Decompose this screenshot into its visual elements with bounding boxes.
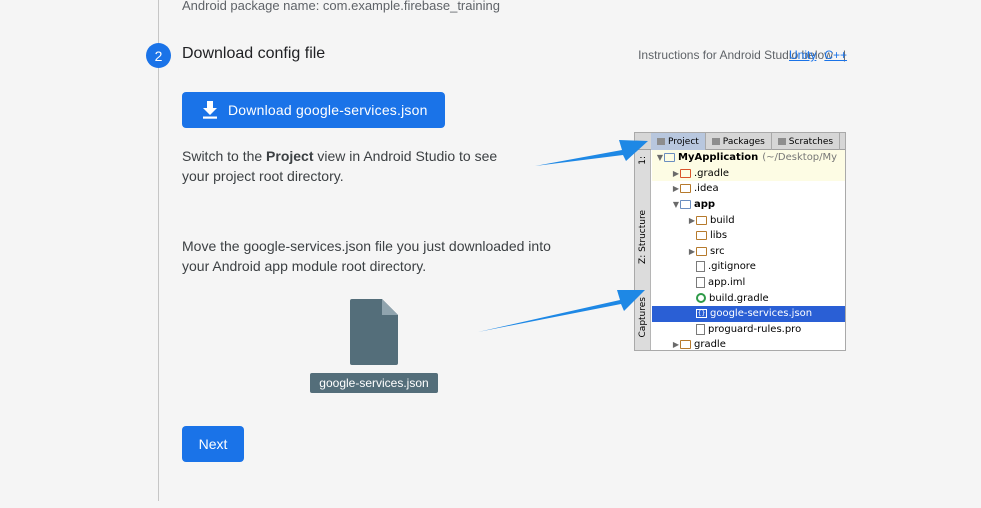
expanded-arrow-icon[interactable]: ▼ [672, 200, 680, 209]
step-number-badge: 2 [146, 43, 171, 68]
document-file-icon [350, 299, 398, 365]
tree-row-label: google-services.json [710, 308, 813, 320]
download-icon [203, 101, 217, 119]
collapsed-arrow-icon[interactable]: ▶ [672, 340, 680, 349]
tree-row[interactable]: ▼ MyApplication (~/Desktop/My [652, 150, 845, 166]
download-config-button[interactable]: Download google-services.json [182, 92, 445, 128]
gradle-icon [696, 293, 706, 304]
unity-link[interactable]: Unity [789, 48, 816, 62]
tree-row[interactable]: {} google-services.json [652, 305, 845, 322]
tree-row-label: app [694, 199, 716, 211]
file-icon [696, 277, 705, 289]
tree-row[interactable]: ▶ gradle [652, 337, 845, 351]
tree-row[interactable]: app.iml [652, 275, 845, 291]
tree-row[interactable]: .gitignore [652, 259, 845, 275]
collapsed-arrow-icon[interactable]: ▶ [688, 247, 696, 256]
tree-row-path: (~/Desktop/My [762, 152, 838, 164]
package-name-text: Android package name: com.example.fireba… [182, 0, 500, 13]
project-file-tree: ▼ MyApplication (~/Desktop/My ▶ .gradle ▶ .ide… [652, 150, 845, 351]
folder-icon [696, 215, 707, 225]
tab-scratches: Scratches [772, 133, 841, 150]
tree-row[interactable]: ▶ .idea [652, 181, 845, 197]
module-folder-icon [664, 153, 675, 163]
move-file-instruction: Move the google-services.json file you j… [182, 238, 551, 274]
tree-row-label: .idea [694, 183, 719, 195]
file-name-badge: google-services.json [310, 373, 438, 393]
tree-row[interactable]: proguard-rules.pro [652, 322, 845, 338]
tab-packages: Packages [706, 133, 772, 150]
file-icon [696, 323, 705, 335]
collapsed-arrow-icon[interactable]: ▶ [672, 169, 680, 178]
json-file-icon: {} [696, 309, 707, 319]
tree-row-label: MyApplication [678, 152, 759, 164]
tree-row[interactable]: ▶ src [652, 244, 845, 260]
arrow-to-project-tab [535, 140, 648, 166]
collapsed-arrow-icon[interactable]: ▶ [672, 184, 680, 193]
side-label-project: 1: [638, 156, 648, 165]
tree-row-label: build.gradle [709, 292, 769, 304]
switch-project-instruction: Switch to the Project view in Android St… [182, 148, 498, 184]
side-label-captures: Captures [638, 297, 648, 338]
tree-row[interactable]: build.gradle [652, 290, 845, 306]
module-folder-icon [680, 200, 691, 210]
tab-project: Project [651, 133, 706, 150]
tree-row-label: src [710, 245, 725, 257]
tree-row[interactable]: ▶ .gradle [652, 165, 845, 182]
folder-icon [680, 184, 691, 194]
step-rail [158, 0, 159, 501]
studio-tab-bar: Project Packages Scratches [635, 133, 845, 150]
download-button-label: Download google-services.json [228, 102, 428, 118]
tree-row-label: gradle [694, 339, 726, 351]
tree-row-label: .gitignore [708, 261, 756, 273]
folder-icon [680, 340, 691, 350]
file-icon [696, 261, 705, 273]
folder-icon [696, 231, 707, 241]
tree-row-label: build [710, 214, 735, 226]
step-title: Download config file [182, 45, 326, 62]
tree-row-label: libs [710, 230, 728, 242]
next-button[interactable]: Next [182, 426, 244, 462]
tree-row[interactable]: ▼ app [652, 197, 845, 213]
studio-side-toolbar: 1: Z: Structure Captures [635, 150, 651, 350]
packages-tab-icon [711, 138, 720, 145]
side-label-structure: Z: Structure [638, 210, 648, 264]
scratches-tab-icon [777, 138, 786, 145]
arrow-to-json-file [478, 290, 645, 332]
platform-links: Unity C++ [789, 48, 847, 62]
cpp-link[interactable]: C++ [824, 48, 847, 62]
tree-row[interactable]: ▶ build [652, 212, 845, 228]
tree-row-label: app.iml [708, 277, 746, 289]
expanded-arrow-icon[interactable]: ▼ [656, 153, 664, 162]
android-studio-project-panel: Project Packages Scratches 1: Z: Structu… [634, 132, 846, 351]
folder-icon [696, 246, 707, 256]
collapsed-arrow-icon[interactable]: ▶ [688, 216, 696, 225]
tree-row[interactable]: libs [652, 228, 845, 244]
tree-row-label: .gradle [694, 167, 730, 179]
project-emphasis: Project [266, 148, 314, 164]
folder-icon [680, 168, 691, 178]
tree-row-label: proguard-rules.pro [708, 323, 802, 335]
project-tab-icon [657, 138, 665, 145]
